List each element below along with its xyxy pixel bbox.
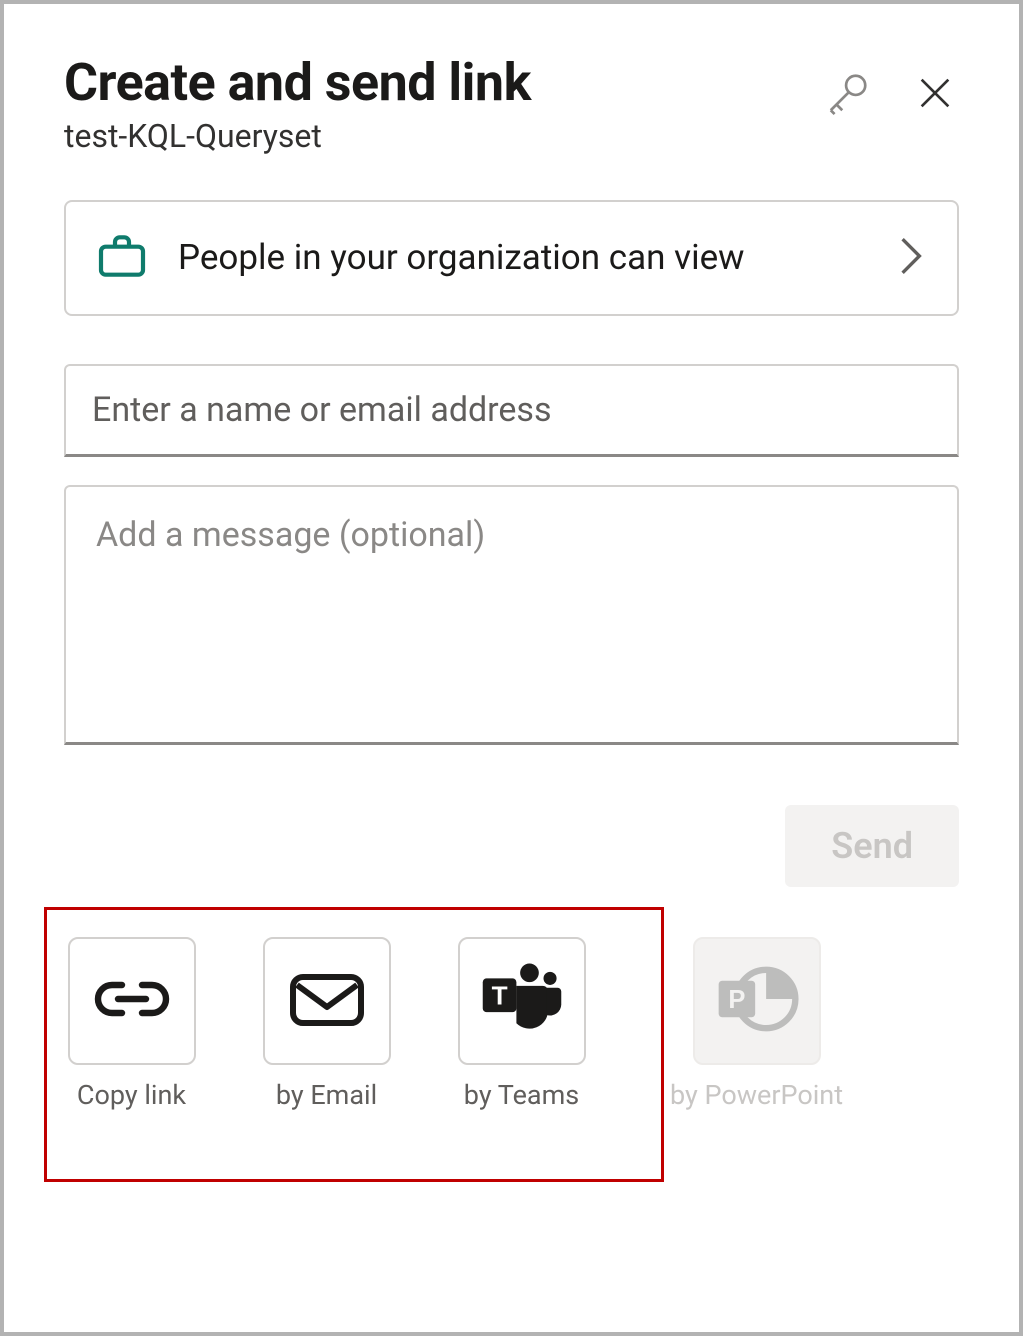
header-actions: [821, 54, 959, 123]
share-option-powerpoint: P by PowerPoint: [689, 937, 824, 1111]
permission-text: People in your organization can view: [178, 232, 869, 285]
powerpoint-label: by PowerPoint: [670, 1079, 843, 1111]
close-button[interactable]: [911, 69, 959, 120]
message-input[interactable]: [64, 485, 959, 745]
teams-button[interactable]: T: [458, 937, 586, 1065]
dialog-header: Create and send link test-KQL-Queryset: [64, 54, 959, 155]
close-icon: [915, 73, 955, 116]
share-option-copy-link: Copy link: [64, 937, 199, 1111]
email-button[interactable]: [263, 937, 391, 1065]
dialog-title: Create and send link: [64, 54, 821, 111]
svg-text:T: T: [491, 981, 507, 1011]
powerpoint-button[interactable]: P: [693, 937, 821, 1065]
link-icon: [94, 977, 170, 1025]
send-button[interactable]: Send: [785, 805, 959, 887]
powerpoint-icon: P: [715, 959, 799, 1043]
teams-icon: T: [479, 959, 565, 1043]
dialog-subtitle: test-KQL-Queryset: [64, 117, 821, 155]
key-icon: [825, 70, 871, 119]
permissions-key-button[interactable]: [821, 66, 875, 123]
mail-icon: [287, 969, 367, 1033]
share-option-email: by Email: [259, 937, 394, 1111]
copy-link-label: Copy link: [77, 1079, 186, 1111]
permission-selector[interactable]: People in your organization can view: [64, 200, 959, 316]
send-row: Send: [64, 805, 959, 887]
recipient-input[interactable]: [64, 364, 959, 457]
copy-link-button[interactable]: [68, 937, 196, 1065]
chevron-right-icon: [897, 235, 925, 281]
email-label: by Email: [276, 1079, 377, 1111]
share-options-row: Copy link by Email T: [64, 937, 959, 1111]
share-option-teams: T by Teams: [454, 937, 589, 1111]
header-text-group: Create and send link test-KQL-Queryset: [64, 54, 821, 155]
briefcase-icon: [94, 228, 150, 288]
teams-label: by Teams: [464, 1079, 579, 1111]
svg-text:P: P: [728, 986, 745, 1014]
